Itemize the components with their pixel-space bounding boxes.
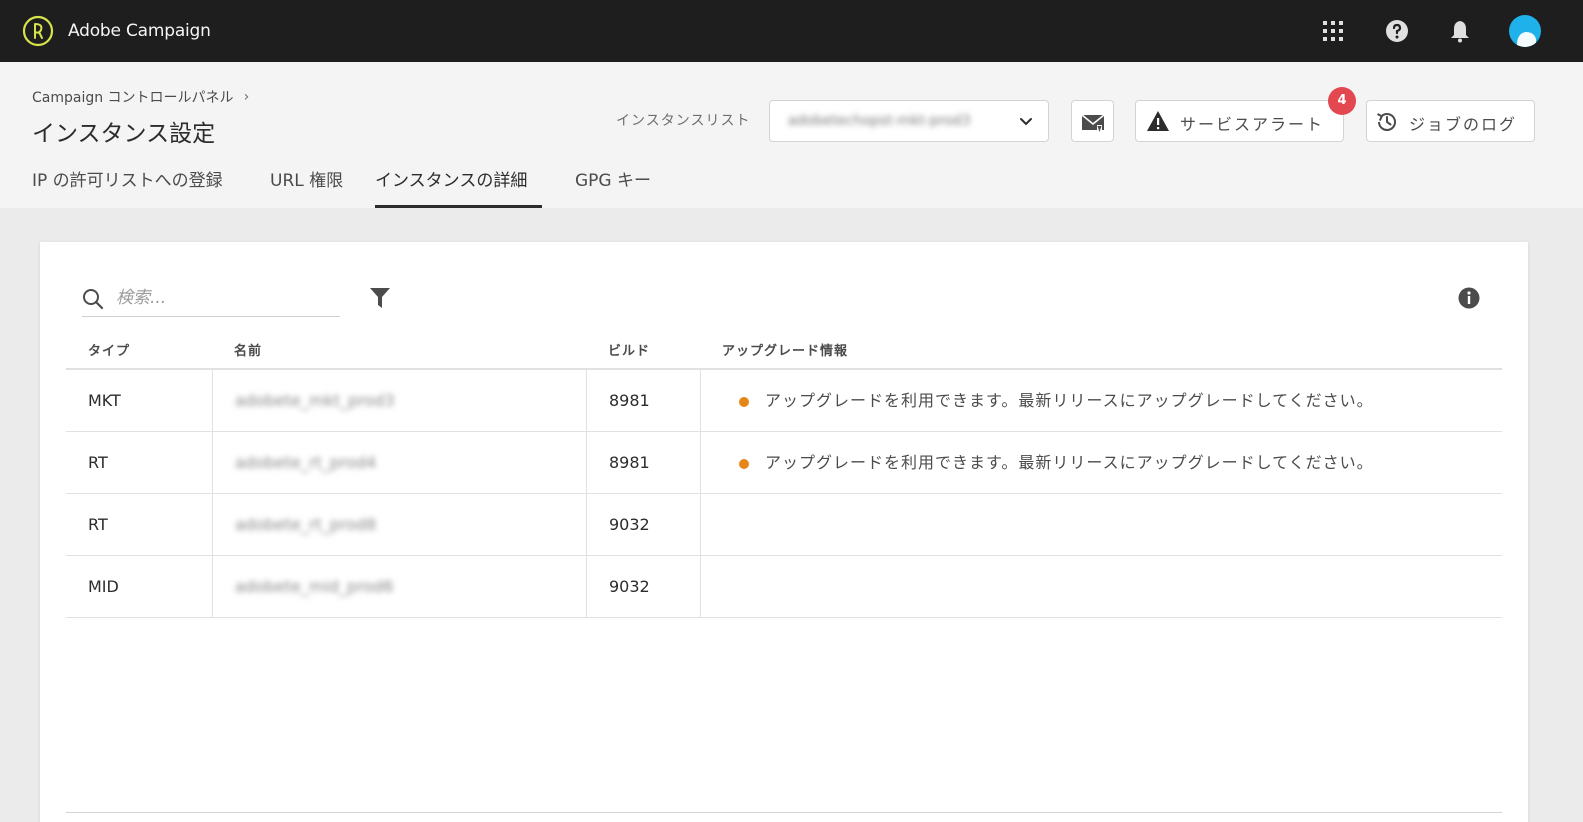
tab-ip-allowlist[interactable]: IP の許可リストへの登録 [32,162,223,208]
cell-upgrade-info: アップグレードを利用できます。最新リリースにアップグレードしてください。 [700,370,1502,431]
avatar[interactable] [1509,15,1541,47]
cell-type: RT [88,515,108,534]
column-header-upgrade-info[interactable]: アップグレード情報 [722,340,848,359]
instance-list-label: インスタンスリスト [616,113,751,129]
cell-build: 9032 [586,494,700,555]
warning-dot-icon [739,396,749,407]
table-row[interactable]: MKT adobete_mkt_prod3 8981 アップグレードを利用できま… [66,370,1502,432]
cell-type: RT [88,453,108,472]
divider [66,812,1502,813]
cell-type: MKT [88,391,121,410]
tab-instance-details[interactable]: インスタンスの詳細 [375,162,542,208]
service-alert-label: サービスアラート [1180,115,1325,134]
service-alert-button[interactable]: サービスアラート [1135,100,1344,142]
cell-build: 9032 [586,556,700,617]
job-log-button[interactable]: ジョブのログ [1366,100,1535,142]
filter-icon[interactable] [370,287,390,309]
avatar-icon [1517,32,1536,47]
upgrade-message: アップグレードを利用できます。最新リリースにアップグレードしてください。 [765,453,1374,472]
instance-name: adobete_mid_prod6 [235,577,394,596]
cell-upgrade-info: アップグレードを利用できます。最新リリースにアップグレードしてください。 [700,432,1502,493]
top-bar: Adobe Campaign [0,0,1583,62]
history-clock-icon [1377,113,1396,131]
table-row[interactable]: RT adobete_rt_prod4 8981 アップグレードを利用できます。… [66,432,1502,494]
warning-dot-icon [739,458,749,469]
cell-name: adobete_rt_prod4 [212,432,586,493]
page-header: Campaign コントロールパネル › インスタンス設定 インスタンスリスト … [0,62,1583,208]
column-header-build[interactable]: ビルド [608,340,650,359]
search-box[interactable] [82,282,340,317]
cell-build: 8981 [586,370,700,431]
bell-icon[interactable] [1448,19,1472,43]
adobe-campaign-logo-icon [22,15,54,47]
breadcrumb[interactable]: Campaign コントロールパネル › [32,87,249,107]
app-grid-icon[interactable] [1321,19,1345,43]
instance-name: adobete_mkt_prod3 [235,391,395,410]
table-row[interactable]: MID adobete_mid_prod6 9032 [66,556,1502,618]
instance-name: adobete_rt_prod8 [235,515,377,534]
search-icon [83,289,104,310]
info-icon[interactable] [1458,287,1480,309]
instance-table: タイプ 名前 ビルド アップグレード情報 MKT adobete_mkt_pro… [66,337,1502,618]
instance-select[interactable]: adobetechopst-mkt-prod3 [769,100,1049,142]
page-title: インスタンス設定 [32,121,216,147]
cell-name: adobete_rt_prod8 [212,494,586,555]
warning-triangle-icon [1147,111,1169,131]
email-alert-button[interactable] [1071,100,1114,142]
cell-name: adobete_mid_prod6 [212,556,586,617]
cell-upgrade-info [700,556,1502,617]
table-row[interactable]: RT adobete_rt_prod8 9032 [66,494,1502,556]
cell-name: adobete_mkt_prod3 [212,370,586,431]
chevron-down-icon [1020,118,1032,126]
app-title: Adobe Campaign [68,21,211,41]
help-icon[interactable] [1385,19,1409,43]
instance-name: adobete_rt_prod4 [235,453,377,472]
cell-upgrade-info [700,494,1502,555]
chevron-right-icon: › [243,89,250,105]
email-alert-icon [1081,114,1105,134]
search-input[interactable] [116,284,336,312]
breadcrumb-link[interactable]: Campaign コントロールパネル [32,87,234,107]
tab-url-permissions[interactable]: URL 権限 [270,162,343,208]
alert-count-badge: 4 [1328,87,1356,115]
instance-details-card: タイプ 名前 ビルド アップグレード情報 MKT adobete_mkt_pro… [40,242,1528,822]
job-log-label: ジョブのログ [1409,115,1518,134]
instance-select-value: adobetechopst-mkt-prod3 [788,113,971,129]
column-header-type[interactable]: タイプ [88,340,130,359]
column-header-name[interactable]: 名前 [234,340,262,359]
tab-gpg-keys[interactable]: GPG キー [575,162,651,208]
cell-type: MID [88,577,119,596]
cell-build: 8981 [586,432,700,493]
upgrade-message: アップグレードを利用できます。最新リリースにアップグレードしてください。 [765,391,1374,410]
table-header: タイプ 名前 ビルド アップグレード情報 [66,337,1502,370]
